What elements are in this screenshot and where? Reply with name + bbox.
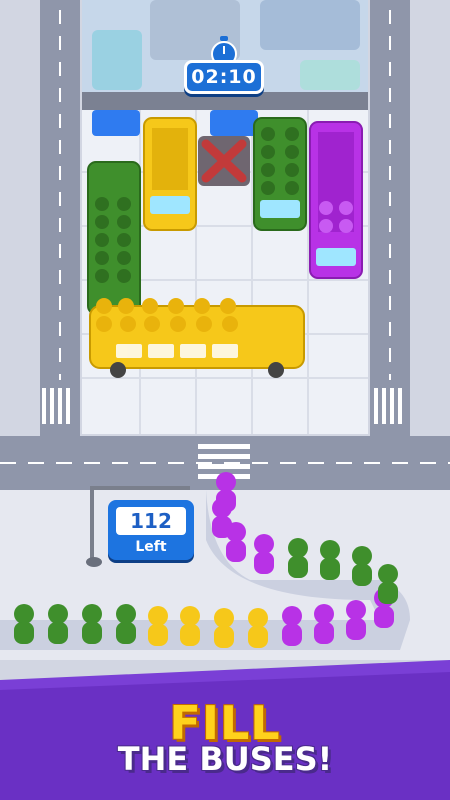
passengers-left-count: 112 xyxy=(116,507,186,535)
timer-display: 02:10 xyxy=(184,60,264,94)
bus-stop-sign: 112 Left xyxy=(108,500,194,560)
blocked-x-icon xyxy=(198,136,250,186)
yellow-bus-vertical xyxy=(143,117,197,231)
passengers-left-label: Left xyxy=(135,539,167,555)
yellow-bus-horizontal xyxy=(89,298,305,378)
game-scene xyxy=(0,0,450,800)
banner-subtitle: THE BUSES! xyxy=(117,740,333,778)
purple-bus xyxy=(309,121,363,279)
green-bus-top xyxy=(253,117,307,231)
green-bus-left xyxy=(87,161,141,315)
